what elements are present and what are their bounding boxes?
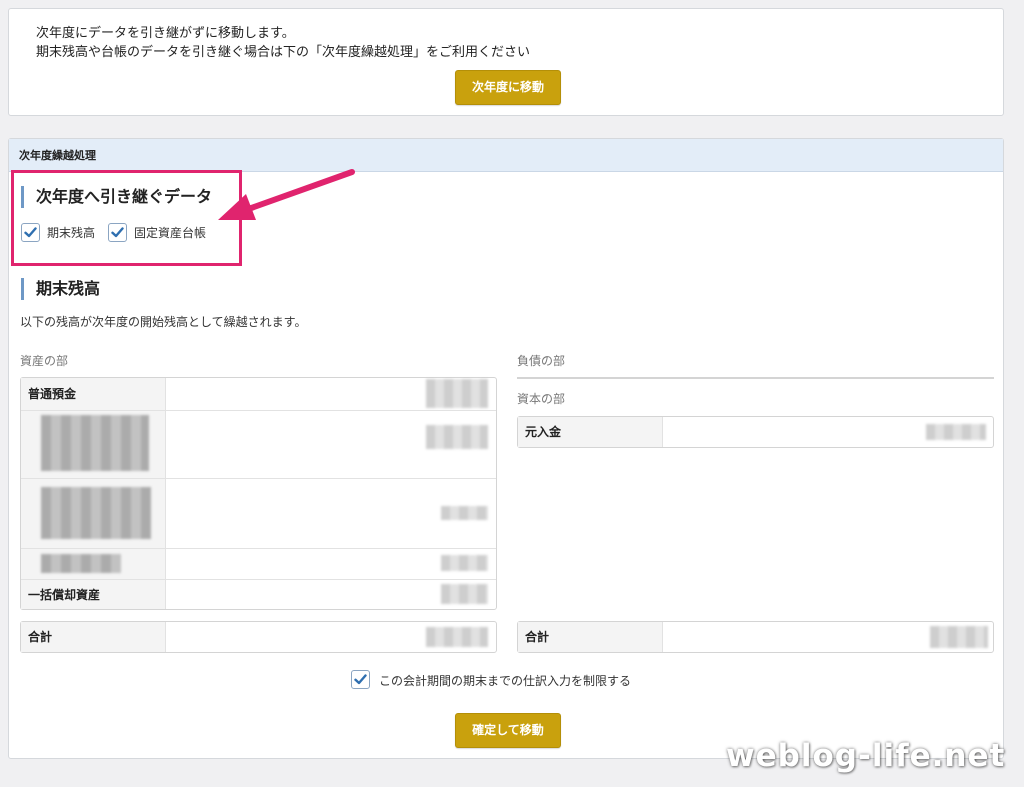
redacted-amount xyxy=(426,627,488,647)
redacted-text xyxy=(41,487,151,539)
move-next-year-button[interactable]: 次年度に移動 xyxy=(455,70,561,105)
info-text-line1: 次年度にデータを引き継がずに移動します。 xyxy=(36,26,295,41)
account-label-redacted xyxy=(21,549,166,579)
table-row: 合計 xyxy=(21,622,496,652)
redacted-amount xyxy=(926,424,986,440)
redacted-amount xyxy=(441,555,488,571)
account-label: 普通預金 xyxy=(21,378,166,410)
account-label: 元入金 xyxy=(518,417,663,447)
equity-total-label: 合計 xyxy=(518,622,663,652)
account-label-redacted xyxy=(21,479,166,548)
liabilities-heading: 負債の部 xyxy=(517,354,566,368)
table-row: 元入金 xyxy=(518,417,993,447)
restrict-entry-checkbox[interactable] xyxy=(351,670,370,689)
assets-heading: 資産の部 xyxy=(20,354,69,368)
pointer-arrow-icon xyxy=(218,169,355,220)
redacted-text xyxy=(41,554,121,573)
liabilities-divider xyxy=(517,377,994,379)
table-row xyxy=(21,478,496,548)
account-label-redacted xyxy=(21,411,166,478)
assets-table: 普通預金 一括償却資産 xyxy=(20,377,497,610)
redacted-amount xyxy=(441,584,488,604)
highlight-box xyxy=(11,170,242,266)
redacted-amount xyxy=(441,506,488,520)
restrict-entry-label: この会計期間の期末までの仕訳入力を制限する xyxy=(379,674,632,688)
redacted-amount xyxy=(426,379,488,408)
account-label: 一括償却資産 xyxy=(21,580,166,609)
equity-table: 元入金 xyxy=(517,416,994,448)
redacted-amount xyxy=(426,425,488,449)
redacted-text xyxy=(41,415,149,471)
table-row xyxy=(21,410,496,478)
table-row: 合計 xyxy=(518,622,993,652)
redacted-amount xyxy=(930,626,988,648)
table-row: 一括償却資産 xyxy=(21,579,496,609)
watermark: weblog-life.net xyxy=(726,738,1006,774)
end-balance-title: 期末残高 xyxy=(21,278,100,300)
confirm-move-button[interactable]: 確定して移動 xyxy=(455,713,561,748)
equity-total-table: 合計 xyxy=(517,621,994,653)
assets-total-label: 合計 xyxy=(21,622,166,652)
checkmark-icon xyxy=(354,674,367,685)
assets-total-table: 合計 xyxy=(20,621,497,653)
equity-heading: 資本の部 xyxy=(517,392,566,406)
move-without-carry-panel: 次年度にデータを引き継がずに移動します。 期末残高や台帳のデータを引き継ぐ場合は… xyxy=(8,8,1004,116)
panel-header: 次年度繰越処理 xyxy=(9,139,1003,172)
info-text-line2: 期末残高や台帳のデータを引き継ぐ場合は下の「次年度繰越処理」をご利用ください xyxy=(36,45,531,60)
carry-note: 以下の残高が次年度の開始残高として繰越されます。 xyxy=(20,315,307,329)
table-row: 普通預金 xyxy=(21,378,496,410)
table-row xyxy=(21,548,496,579)
